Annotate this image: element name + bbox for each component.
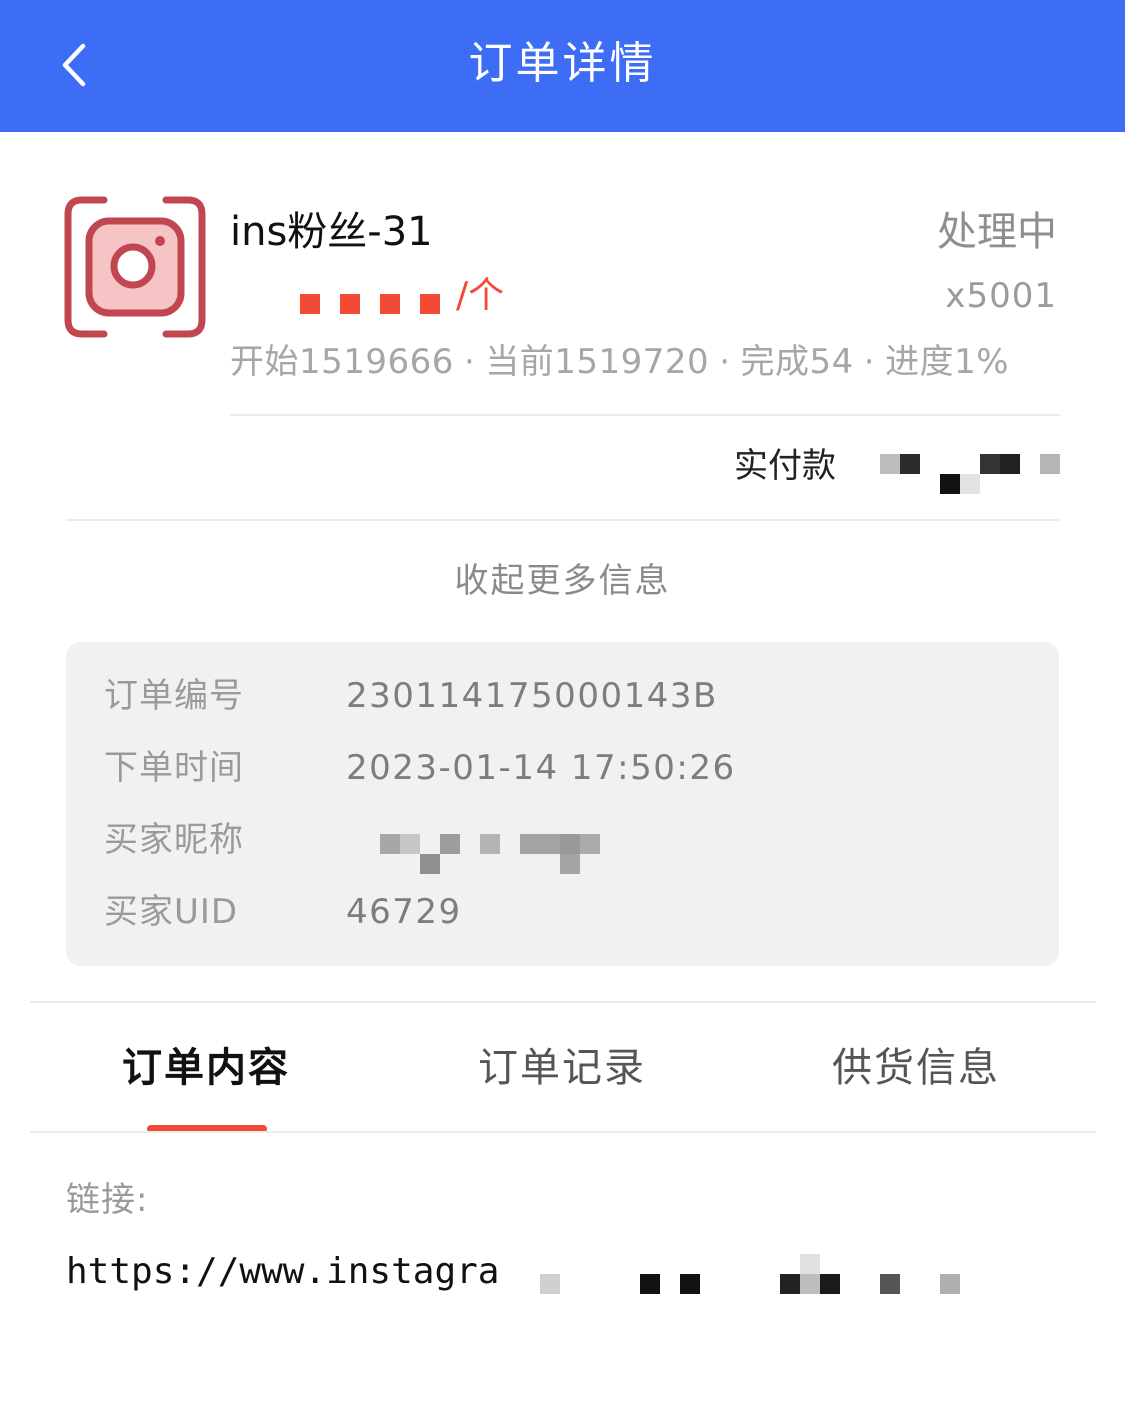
tab-supply-info[interactable]: 供货信息 (832, 1038, 1000, 1098)
buyer-nickname-row: 买家昵称 (104, 816, 1004, 874)
instagram-icon (64, 196, 206, 338)
page-title: 订单详情 (468, 38, 657, 89)
order-info-card: 订单编号 230114175000143B 下单时间 2023-01-14 17… (66, 642, 1059, 966)
current-count: 当前1519720 (485, 342, 710, 382)
divider (230, 414, 1060, 416)
quantity: x5001 (945, 276, 1057, 316)
order-status: 处理中 (937, 209, 1057, 255)
link-value[interactable]: https://www.instagra (66, 1246, 499, 1298)
price-unit: /个 (456, 275, 505, 316)
progress: 进度1% (885, 342, 1010, 382)
order-time-value: 2023-01-14 17:50:26 (346, 748, 736, 788)
divider (30, 1001, 1096, 1003)
order-stats: 开始1519666 · 当前1519720 · 完成54 · 进度1% (230, 342, 1010, 382)
header-bar: 订单详情 (0, 0, 1125, 132)
divider (66, 519, 1059, 521)
buyer-nickname-label: 买家昵称 (104, 820, 244, 860)
unit-price: /个 (220, 272, 520, 322)
order-time-row: 下单时间 2023-01-14 17:50:26 (104, 744, 1004, 792)
order-number-label: 订单编号 (104, 676, 244, 716)
paid-label: 实付款 (734, 446, 836, 486)
buyer-uid-row: 买家UID 46729 (104, 888, 1004, 936)
collapse-info-toggle[interactable]: 收起更多信息 (0, 555, 1125, 607)
tab-order-content[interactable]: 订单内容 (122, 1038, 290, 1098)
divider (30, 1131, 1096, 1133)
link-label: 链接: (66, 1180, 149, 1220)
buyer-uid-value: 46729 (346, 892, 462, 932)
order-number-row: 订单编号 230114175000143B (104, 672, 1004, 720)
completed-count: 完成54 (740, 342, 854, 382)
start-count: 开始1519666 (230, 342, 454, 382)
buyer-uid-label: 买家UID (104, 892, 239, 932)
order-number-value[interactable]: 230114175000143B (346, 672, 718, 720)
order-time-label: 下单时间 (104, 748, 244, 788)
tab-order-records[interactable]: 订单记录 (478, 1038, 646, 1098)
product-name: ins粉丝-31 (230, 209, 433, 255)
